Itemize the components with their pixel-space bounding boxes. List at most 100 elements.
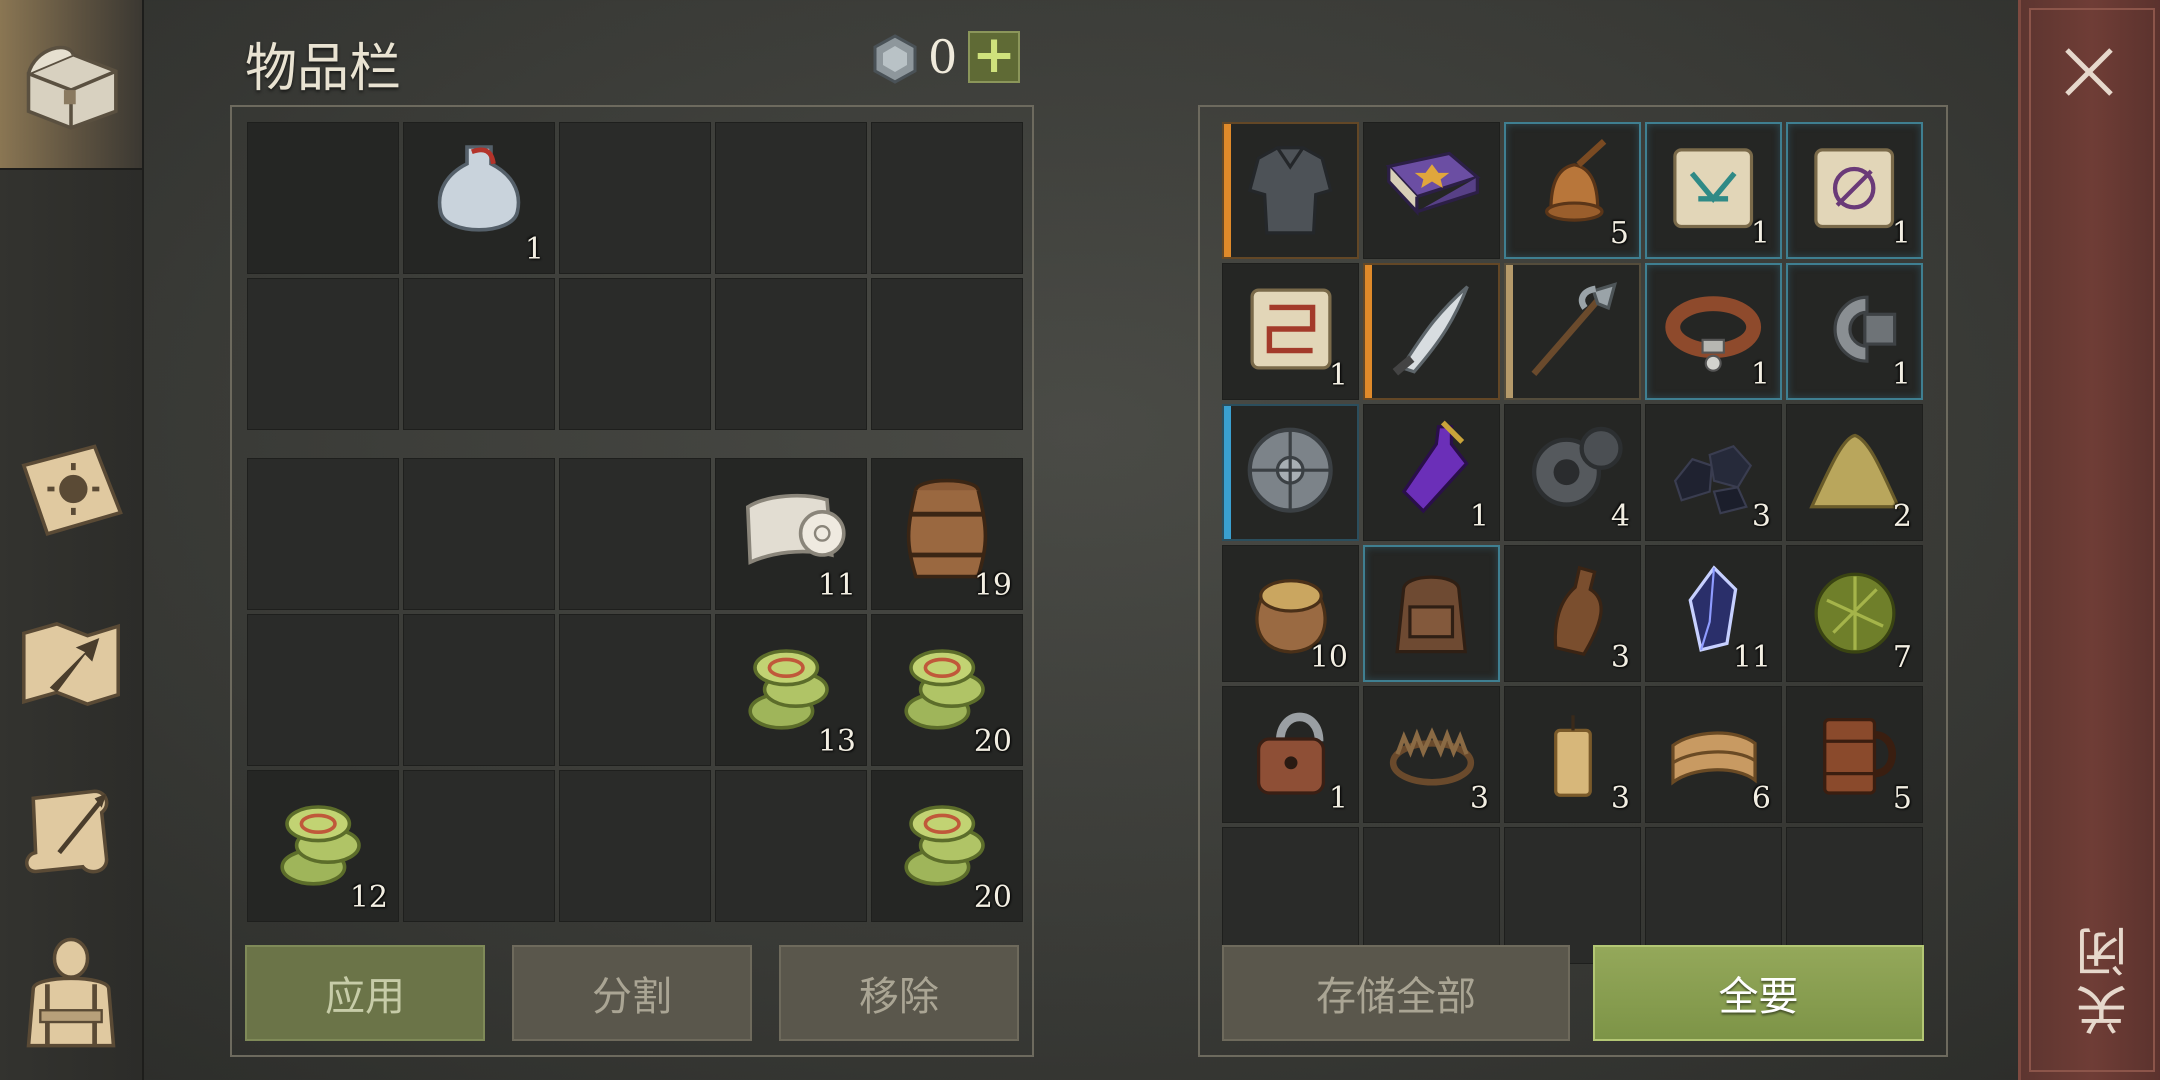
- inventory-slot[interactable]: 3: [1645, 404, 1782, 541]
- inventory-slot[interactable]: 1: [1222, 263, 1359, 400]
- inventory-slot[interactable]: [871, 122, 1023, 274]
- inventory-slot[interactable]: 1: [1786, 122, 1923, 259]
- remove-button[interactable]: 移除: [779, 945, 1019, 1041]
- inventory-slot[interactable]: [1645, 827, 1782, 964]
- left-sidebar: [0, 0, 144, 1080]
- backpack-grid: 11 19 13 20 12 20: [247, 458, 1023, 922]
- plus-icon: +: [972, 25, 1016, 85]
- inventory-slot[interactable]: [1786, 827, 1923, 964]
- inventory-slot[interactable]: 5: [1786, 686, 1923, 823]
- item-quantity: 4: [1610, 499, 1630, 534]
- inventory-slot[interactable]: 1: [1645, 122, 1782, 259]
- inventory-slot[interactable]: 1: [1645, 263, 1782, 400]
- gem-currency-icon: [873, 34, 917, 84]
- map-arrow-icon: [22, 622, 120, 706]
- sidebar-tab-map[interactable]: [12, 605, 130, 723]
- inventory-slot[interactable]: 12: [247, 770, 399, 922]
- scroll-quill-icon: [25, 789, 109, 874]
- inventory-slot[interactable]: 1: [1786, 263, 1923, 400]
- curved-sword-icon: [1392, 285, 1470, 376]
- inventory-slot[interactable]: 4: [1504, 404, 1641, 541]
- inventory-slot[interactable]: 11: [1645, 545, 1782, 682]
- item-quantity: 20: [973, 880, 1012, 915]
- inventory-slot[interactable]: [1363, 827, 1500, 964]
- item-quantity: 1: [1328, 781, 1348, 816]
- item-quantity: 1: [1750, 216, 1770, 251]
- inventory-slot[interactable]: [559, 614, 711, 766]
- inventory-title: 物品栏: [245, 39, 402, 99]
- item-quantity: 1: [524, 232, 544, 267]
- sun-book-icon: [21, 444, 123, 537]
- inventory-slot[interactable]: [403, 458, 555, 610]
- inventory-slot[interactable]: 10: [1222, 545, 1359, 682]
- inventory-slot[interactable]: 13: [715, 614, 867, 766]
- sidebar-tab-skills[interactable]: [12, 430, 130, 548]
- inventory-slot[interactable]: 19: [871, 458, 1023, 610]
- inventory-slot[interactable]: [1363, 122, 1500, 259]
- inventory-slot[interactable]: [247, 122, 399, 274]
- inventory-slot[interactable]: [403, 278, 555, 430]
- apply-button[interactable]: 应用: [245, 945, 485, 1041]
- inventory-slot[interactable]: [715, 770, 867, 922]
- inventory-slot[interactable]: [1504, 263, 1641, 400]
- inventory-slot[interactable]: [1363, 263, 1500, 400]
- inventory-slot[interactable]: [247, 614, 399, 766]
- close-icon[interactable]: [2059, 42, 2119, 102]
- inventory-slot[interactable]: 6: [1645, 686, 1782, 823]
- item-quantity: 3: [1751, 499, 1771, 534]
- store-all-button[interactable]: 存储全部: [1222, 945, 1570, 1041]
- inventory-slot[interactable]: [559, 458, 711, 610]
- item-quantity: 11: [1732, 640, 1771, 675]
- sidebar-tab-character[interactable]: [12, 930, 130, 1048]
- close-label[interactable]: 关闭: [2069, 920, 2137, 1036]
- sidebar-tab-inventory[interactable]: [0, 0, 142, 170]
- item-quantity: 1: [1328, 358, 1348, 393]
- item-quantity: 7: [1892, 640, 1912, 675]
- item-quantity: 10: [1309, 640, 1348, 675]
- sidebar-tab-quests[interactable]: [12, 770, 130, 888]
- item-quantity: 3: [1610, 781, 1630, 816]
- inventory-slot[interactable]: 11: [715, 458, 867, 610]
- inventory-slot[interactable]: [559, 122, 711, 274]
- inventory-slot[interactable]: 1: [1363, 404, 1500, 541]
- inventory-slot[interactable]: [559, 278, 711, 430]
- inventory-slot[interactable]: [1222, 404, 1359, 541]
- split-button[interactable]: 分割: [512, 945, 752, 1041]
- add-gems-button[interactable]: +: [968, 25, 1020, 85]
- close-panel[interactable]: 关闭: [2018, 0, 2160, 1080]
- item-quantity: 12: [349, 880, 388, 915]
- container-grid: 5 1 1 1 1 1 1 4 3 2 10 3 11 7 1 3 3 6 5: [1222, 122, 1923, 964]
- inventory-slot[interactable]: 3: [1363, 686, 1500, 823]
- inventory-slot[interactable]: 20: [871, 770, 1023, 922]
- inventory-slot[interactable]: 7: [1786, 545, 1923, 682]
- inventory-slot[interactable]: 3: [1504, 545, 1641, 682]
- take-all-button[interactable]: 全要: [1593, 945, 1924, 1041]
- item-quantity: 5: [1609, 216, 1629, 251]
- inventory-slot[interactable]: 5: [1504, 122, 1641, 259]
- character-backpack-icon: [26, 937, 116, 1048]
- gem-count: 0: [928, 30, 958, 84]
- item-quantity: 3: [1610, 640, 1630, 675]
- inventory-slot[interactable]: [1222, 827, 1359, 964]
- purple-book-icon: [1385, 151, 1481, 216]
- inventory-slot[interactable]: [403, 614, 555, 766]
- inventory-slot[interactable]: 2: [1786, 404, 1923, 541]
- inventory-slot[interactable]: [871, 278, 1023, 430]
- rarity-bar: [1365, 265, 1372, 398]
- inventory-slot[interactable]: 1: [403, 122, 555, 274]
- inventory-slot[interactable]: [1504, 827, 1641, 964]
- inventory-slot[interactable]: [247, 458, 399, 610]
- potion-flask-icon: [437, 145, 521, 232]
- inventory-slot[interactable]: [247, 278, 399, 430]
- inventory-slot[interactable]: 1: [1222, 686, 1359, 823]
- inventory-slot[interactable]: [1222, 122, 1359, 259]
- halberd-icon: [1531, 281, 1618, 376]
- inventory-slot[interactable]: 20: [871, 614, 1023, 766]
- inventory-slot[interactable]: [715, 122, 867, 274]
- inventory-slot[interactable]: [403, 770, 555, 922]
- inventory-slot[interactable]: 3: [1504, 686, 1641, 823]
- inventory-slot[interactable]: [1363, 545, 1500, 682]
- item-quantity: 5: [1892, 781, 1912, 816]
- inventory-slot[interactable]: [715, 278, 867, 430]
- inventory-slot[interactable]: [559, 770, 711, 922]
